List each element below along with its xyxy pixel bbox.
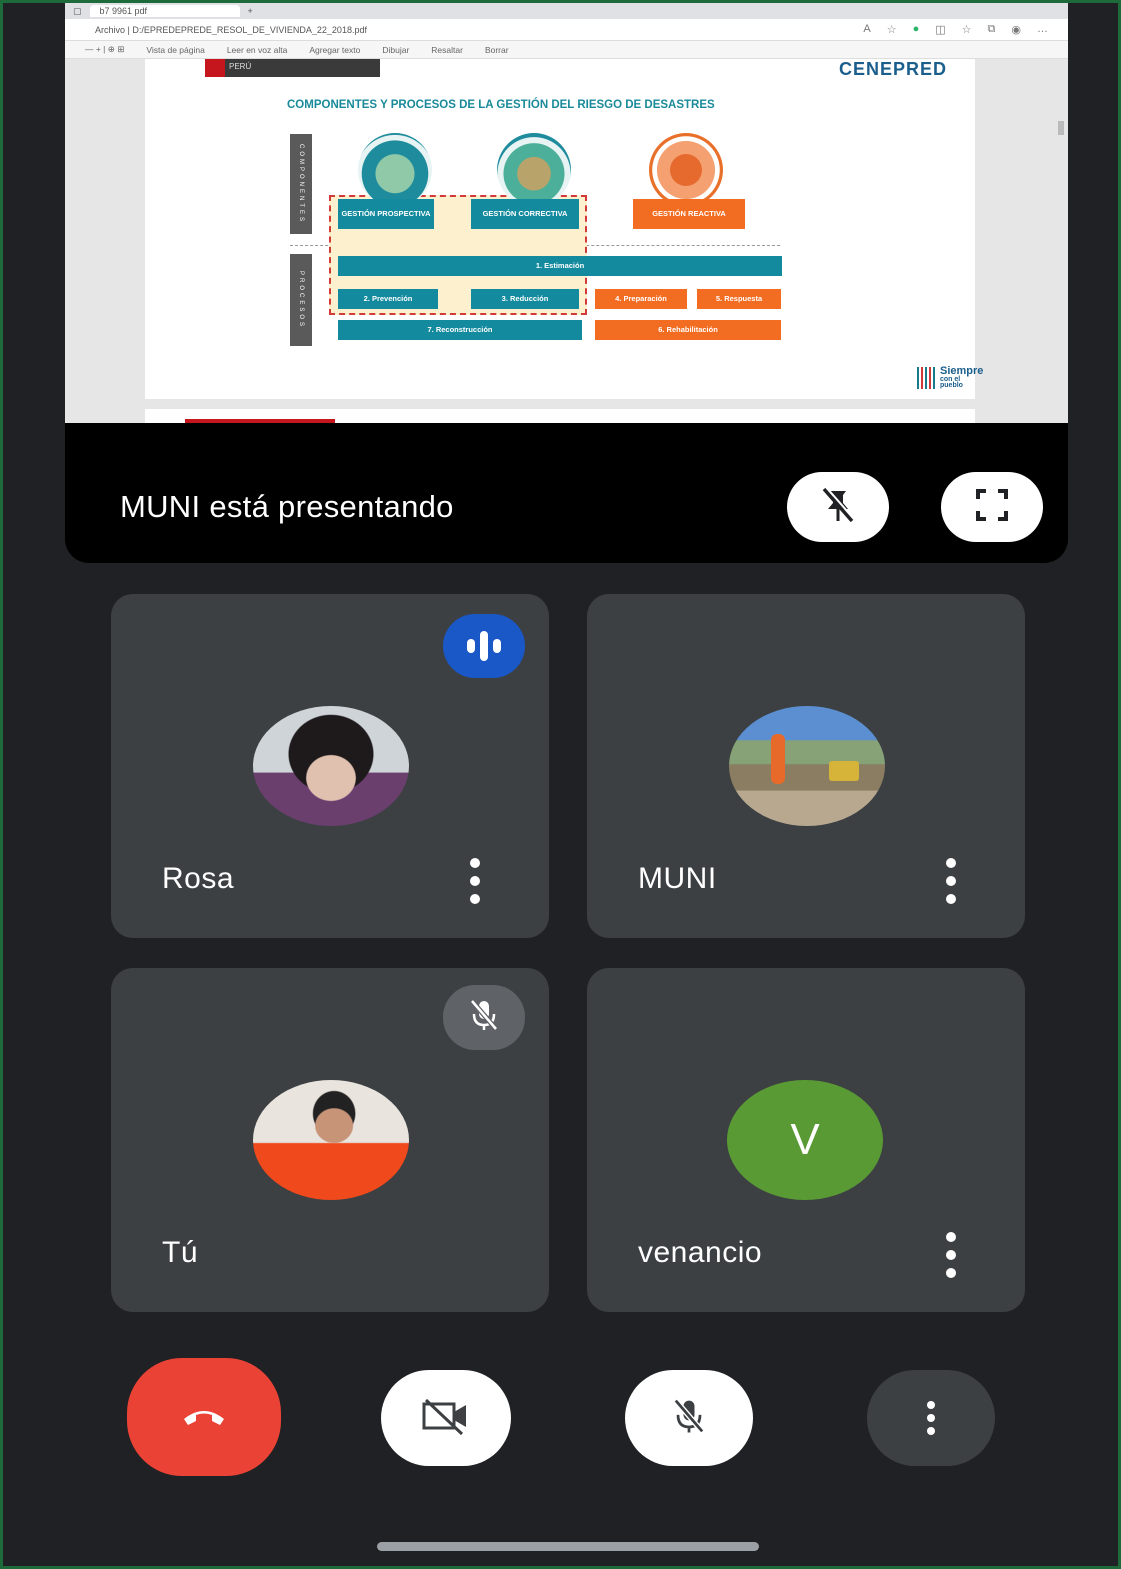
pdf-tool-item: Vista de página xyxy=(146,44,205,55)
siempre-logo-bars xyxy=(917,367,935,389)
new-tab-icon: + xyxy=(247,6,253,16)
process-prevencion: 2. Prevención xyxy=(338,289,438,309)
component-reactiva: GESTIÓN REACTIVA xyxy=(633,199,745,229)
fullscreen-icon xyxy=(972,485,1012,530)
participant-name: venancio xyxy=(638,1236,763,1269)
process-reconstruccion: 7. Reconstrucción xyxy=(338,320,582,340)
camera-off-icon xyxy=(418,1396,474,1441)
unpin-icon xyxy=(816,483,860,532)
process-preparacion: 4. Preparación xyxy=(595,289,687,309)
corrective-icon xyxy=(497,133,571,207)
camera-toggle-button[interactable] xyxy=(381,1370,511,1466)
siempre-logo: Siempre con el pueblo xyxy=(940,366,983,390)
avatar xyxy=(729,706,885,826)
star-icon: ☆ xyxy=(886,24,897,36)
presentation-panel[interactable]: ▢ b7 9961 pdf + Archivo | D:/EPREDEPREDE… xyxy=(65,3,1068,563)
end-call-icon xyxy=(180,1403,228,1432)
fullscreen-button[interactable] xyxy=(941,472,1043,542)
cenepred-logo: CENEPRED xyxy=(838,59,947,79)
menu-icon: … xyxy=(1037,23,1048,35)
extension-icon: ● xyxy=(912,23,920,35)
pdf-tool-item: Borrar xyxy=(484,44,509,55)
pdf-tool-item: Resaltar xyxy=(431,44,463,55)
pdf-tool-item: Agregar texto xyxy=(309,44,361,55)
initial-avatar: V xyxy=(727,1080,883,1200)
pdf-viewer: PERÚ CENEPRED COMPONENTES Y PROCESOS DE … xyxy=(65,59,1068,423)
processes-label: PROCESOS xyxy=(290,254,312,346)
participant-tile[interactable]: Tú xyxy=(111,968,549,1312)
presenting-label: MUNI está presentando xyxy=(120,489,454,524)
browser-tab-bar: ▢ b7 9961 pdf + xyxy=(65,3,1068,19)
more-vert-icon xyxy=(946,1232,956,1278)
pdf-tool-item: Dibujar xyxy=(382,44,410,55)
prospective-icon xyxy=(358,133,432,207)
pdf-toolbar: — + | ⊕ ⊞ Vista de página Leer en voz al… xyxy=(65,41,1068,59)
more-options-button[interactable] xyxy=(867,1370,995,1466)
reactive-icon xyxy=(649,133,723,207)
slide-title: COMPONENTES Y PROCESOS DE LA GESTIÓN DEL… xyxy=(287,99,715,111)
browser-tab: b7 9961 pdf xyxy=(89,5,240,17)
participant-name: Rosa xyxy=(162,862,235,895)
more-vert-icon xyxy=(927,1401,935,1435)
speaking-indicator xyxy=(443,614,525,678)
url-text: Archivo | D:/EPREDEPREDE_RESOL_DE_VIVIEN… xyxy=(95,24,367,35)
muted-indicator xyxy=(443,985,525,1050)
process-rehabilitacion: 6. Rehabilitación xyxy=(595,320,781,340)
collections-icon: ⧉ xyxy=(987,23,996,35)
more-vert-icon xyxy=(946,858,956,904)
siempre-logo-sub: con el pueblo xyxy=(940,375,963,390)
mic-off-icon xyxy=(667,1394,711,1443)
component-prospectiva: GESTIÓN PROSPECTIVA xyxy=(338,199,434,229)
participant-options-button[interactable] xyxy=(463,856,487,906)
component-correctiva: GESTIÓN CORRECTIVA xyxy=(471,199,579,229)
speaking-icon xyxy=(467,631,501,661)
pdf-tool-item: — + | ⊕ ⊞ xyxy=(85,44,125,54)
participant-tile[interactable]: MUNI xyxy=(587,594,1025,938)
components-label: COMPONENTES xyxy=(290,134,312,234)
pdf-scrollbar[interactable] xyxy=(1058,121,1064,135)
end-call-button[interactable] xyxy=(127,1358,281,1476)
participant-name: Tú xyxy=(162,1236,199,1269)
meet-call-screen: ▢ b7 9961 pdf + Archivo | D:/EPREDEPREDE… xyxy=(3,3,1118,1566)
avatar xyxy=(253,706,409,826)
split-icon: ◫ xyxy=(935,24,946,36)
pdf-tool-item: Leer en voz alta xyxy=(226,44,288,55)
favorites-icon: ☆ xyxy=(961,24,972,36)
more-vert-icon xyxy=(470,858,480,904)
process-estimacion: 1. Estimación xyxy=(338,256,782,276)
window-icon: ▢ xyxy=(73,5,82,16)
participant-tile[interactable]: Rosa xyxy=(111,594,549,938)
mic-toggle-button[interactable] xyxy=(625,1370,753,1466)
browser-toolbar-icons: A ☆ ● ◫ ☆ ⧉ ◉ … xyxy=(863,23,1068,36)
participant-options-button[interactable] xyxy=(939,1230,963,1280)
profile-icon: ◉ xyxy=(1011,24,1021,36)
participant-name: MUNI xyxy=(638,862,717,895)
unpin-button[interactable] xyxy=(787,472,889,542)
slide: PERÚ CENEPRED COMPONENTES Y PROCESOS DE … xyxy=(145,59,983,399)
participant-tile[interactable]: V venancio xyxy=(587,968,1025,1312)
mic-off-icon xyxy=(464,995,504,1040)
read-aloud-icon: A xyxy=(863,23,871,35)
avatar xyxy=(253,1080,409,1200)
participant-options-button[interactable] xyxy=(939,856,963,906)
next-slide-preview xyxy=(145,409,975,423)
process-reduccion: 3. Reducción xyxy=(471,289,579,309)
process-respuesta: 5. Respuesta xyxy=(697,289,781,309)
browser-url-bar: Archivo | D:/EPREDEPREDE_RESOL_DE_VIVIEN… xyxy=(65,19,1068,41)
shared-screen: ▢ b7 9961 pdf + Archivo | D:/EPREDEPREDE… xyxy=(65,3,1068,423)
peru-gov-logo: PERÚ xyxy=(205,59,380,77)
home-indicator[interactable] xyxy=(377,1542,759,1551)
